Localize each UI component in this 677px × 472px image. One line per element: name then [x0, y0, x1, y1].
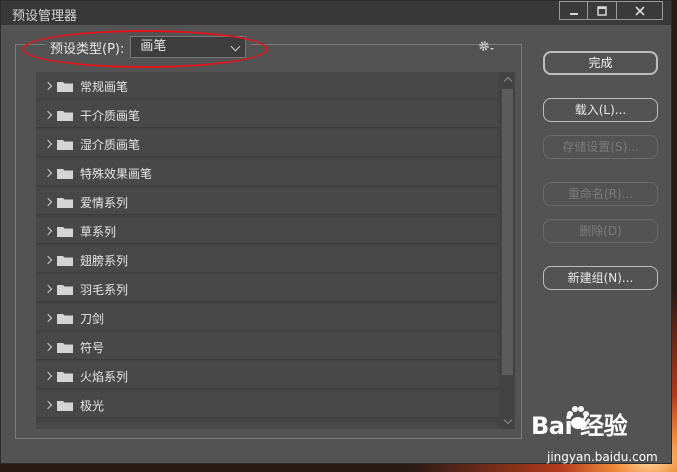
minimize-button[interactable]	[559, 1, 588, 20]
list-item[interactable]: 湿介质画笔	[36, 130, 498, 157]
gear-icon	[479, 41, 494, 51]
folder-name: 刀剑	[80, 312, 105, 326]
preset-list[interactable]: 常规画笔干介质画笔湿介质画笔特殊效果画笔 爱情系列草系列翅膀系列羽毛系列刀剑符号火…	[36, 72, 515, 429]
folder-name: 特殊效果画笔	[80, 167, 153, 181]
chevron-right-icon[interactable]	[43, 284, 53, 294]
folder-name: 翅膀系列	[80, 254, 129, 268]
chevron-right-icon[interactable]	[43, 81, 53, 91]
chevron-right-icon[interactable]	[43, 226, 53, 236]
folder-icon	[57, 111, 73, 121]
save-settings-button[interactable]: 存储设置(S)...	[543, 135, 658, 159]
folder-icon	[57, 285, 73, 295]
list-item[interactable]: 常规画笔	[36, 72, 498, 99]
title-bar: 预设管理器	[1, 1, 671, 25]
chevron-right-icon[interactable]	[43, 400, 53, 410]
folder-icon	[57, 198, 73, 208]
list-scrollbar[interactable]	[500, 72, 515, 429]
folder-name: 湿介质画笔	[80, 138, 141, 152]
list-item[interactable]: 干介质画笔	[36, 101, 498, 128]
list-item[interactable]: 符号	[36, 333, 498, 360]
chevron-right-icon[interactable]	[43, 168, 53, 178]
baidu-jingyan-watermark: Bai 经验 jingyan.baidu.com	[507, 402, 677, 472]
close-icon	[634, 5, 645, 16]
list-item[interactable]: 翅膀系列	[36, 246, 498, 273]
chevron-right-icon[interactable]	[43, 139, 53, 149]
scrollbar-thumb[interactable]	[502, 89, 513, 375]
load-button[interactable]: 载入(L)...	[543, 98, 658, 122]
folder-icon	[57, 256, 73, 266]
paw-icon	[567, 406, 589, 429]
list-item[interactable]: 特殊效果画笔	[36, 159, 498, 186]
folder-name: 爱情系列	[80, 196, 129, 210]
folder-name: 干介质画笔	[80, 109, 141, 123]
watermark-url: jingyan.baidu.com	[547, 450, 658, 464]
list-item[interactable]: 草系列	[36, 217, 498, 244]
chevron-right-icon[interactable]	[43, 110, 53, 120]
minimize-icon	[569, 12, 578, 15]
window-title: 预设管理器	[12, 9, 78, 24]
chevron-right-icon[interactable]	[43, 342, 53, 352]
folder-icon	[57, 314, 73, 324]
scroll-up-icon[interactable]	[503, 76, 513, 86]
chevron-right-icon[interactable]	[43, 255, 53, 265]
chevron-right-icon[interactable]	[43, 197, 53, 207]
done-button[interactable]: 完成	[543, 51, 658, 75]
list-item[interactable]: 爱情系列	[36, 188, 498, 215]
annotation-ellipse	[22, 30, 268, 68]
folder-icon	[57, 140, 73, 150]
folder-name: 火焰系列	[80, 370, 129, 384]
settings-menu-button[interactable]	[478, 40, 496, 55]
folder-icon	[57, 169, 73, 179]
new-group-button[interactable]: 新建组(N)...	[543, 266, 658, 290]
list-item[interactable]: 火焰系列	[36, 362, 498, 389]
folder-name: 极光	[80, 399, 105, 413]
folder-name: 常规画笔	[80, 80, 129, 94]
folder-icon	[57, 227, 73, 237]
list-item[interactable]	[36, 423, 498, 429]
folder-icon	[57, 401, 73, 411]
folder-name: 草系列	[80, 225, 117, 239]
folder-icon	[57, 372, 73, 382]
rename-button[interactable]: 重命名(R)...	[543, 182, 658, 206]
delete-button[interactable]: 删除(D)	[543, 219, 658, 243]
chevron-right-icon[interactable]	[43, 371, 53, 381]
folder-name: 羽毛系列	[80, 283, 129, 297]
window-controls	[559, 1, 663, 20]
folder-icon	[57, 82, 73, 92]
maximize-icon	[597, 5, 607, 16]
list-item[interactable]: 极光	[36, 391, 498, 418]
folder-icon	[57, 343, 73, 353]
maximize-button[interactable]	[588, 1, 617, 20]
list-item[interactable]: 刀剑	[36, 304, 498, 331]
chevron-right-icon[interactable]	[43, 313, 53, 323]
close-button[interactable]	[617, 1, 663, 20]
folder-name: 符号	[80, 341, 105, 355]
list-item[interactable]: 羽毛系列	[36, 275, 498, 302]
